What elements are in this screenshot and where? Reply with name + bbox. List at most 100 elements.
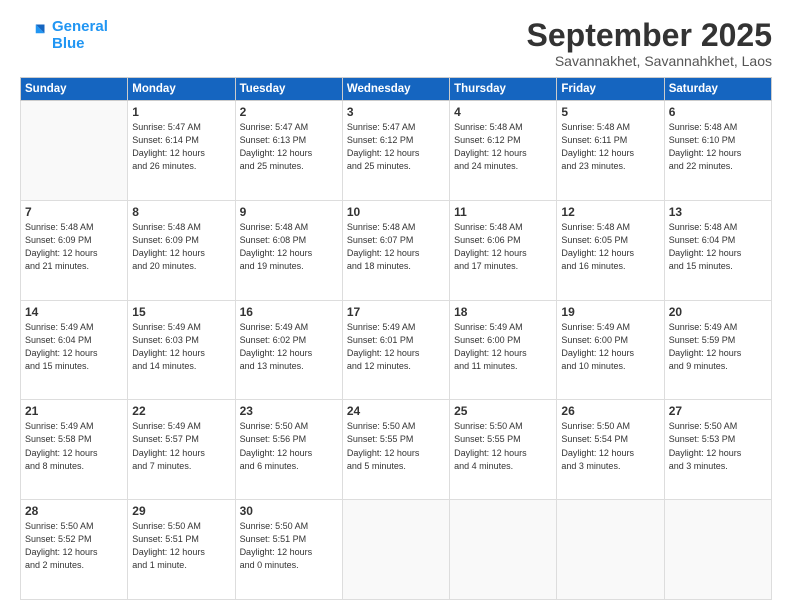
day-info: Sunrise: 5:48 AMSunset: 6:10 PMDaylight:… (669, 121, 767, 173)
day-info: Sunrise: 5:47 AMSunset: 6:13 PMDaylight:… (240, 121, 338, 173)
logo-blue: Blue (52, 35, 108, 52)
day-number: 9 (240, 205, 338, 219)
calendar-cell: 24 Sunrise: 5:50 AMSunset: 5:55 PMDayligh… (342, 400, 449, 500)
day-number: 19 (561, 305, 659, 319)
day-number: 28 (25, 504, 123, 518)
header-day-tuesday: Tuesday (235, 78, 342, 101)
day-info: Sunrise: 5:49 AMSunset: 6:04 PMDaylight:… (25, 321, 123, 373)
day-number: 25 (454, 404, 552, 418)
calendar-cell: 18Sunrise: 5:49 AMSunset: 6:00 PMDayligh… (450, 300, 557, 400)
header-day-sunday: Sunday (21, 78, 128, 101)
day-number: 23 (240, 404, 338, 418)
day-info: Sunrise: 5:50 AMSunset: 5:51 PMDaylight:… (240, 520, 338, 572)
day-info: Sunrise: 5:49 AMSunset: 6:00 PMDaylight:… (561, 321, 659, 373)
calendar-cell: 3 Sunrise: 5:47 AMSunset: 6:12 PMDaylight… (342, 101, 449, 201)
day-info: Sunrise: 5:50 AMSunset: 5:52 PMDaylight:… (25, 520, 123, 572)
calendar-cell: 6 Sunrise: 5:48 AMSunset: 6:10 PMDaylight… (664, 101, 771, 201)
calendar-table: SundayMondayTuesdayWednesdayThursdayFrid… (20, 77, 772, 600)
week-row-2: 14 Sunrise: 5:49 AMSunset: 6:04 PMDayligh… (21, 300, 772, 400)
day-info: Sunrise: 5:48 AMSunset: 6:09 PMDaylight:… (25, 221, 123, 273)
calendar-cell (342, 500, 449, 600)
day-number: 24 (347, 404, 445, 418)
calendar-cell (664, 500, 771, 600)
day-number: 1 (132, 105, 230, 119)
day-number: 13 (669, 205, 767, 219)
day-number: 27 (669, 404, 767, 418)
day-number: 17 (347, 305, 445, 319)
calendar-cell: 21Sunrise: 5:49 AMSunset: 5:58 PMDayligh… (21, 400, 128, 500)
header-day-saturday: Saturday (664, 78, 771, 101)
subtitle: Savannakhet, Savannahkhet, Laos (527, 53, 772, 69)
day-number: 14 (25, 305, 123, 319)
day-info: Sunrise: 5:50 AMSunset: 5:55 PMDaylight:… (454, 420, 552, 472)
day-number: 15 (132, 305, 230, 319)
day-number: 8 (132, 205, 230, 219)
day-number: 5 (561, 105, 659, 119)
day-info: Sunrise: 5:47 AMSunset: 6:12 PMDaylight:… (347, 121, 445, 173)
month-title: September 2025 (527, 18, 772, 53)
day-number: 21 (25, 404, 123, 418)
day-info: Sunrise: 5:50 AMSunset: 5:54 PMDaylight:… (561, 420, 659, 472)
day-info: Sunrise: 5:48 AMSunset: 6:05 PMDaylight:… (561, 221, 659, 273)
calendar-cell: 27 Sunrise: 5:50 AMSunset: 5:53 PMDayligh… (664, 400, 771, 500)
day-info: Sunrise: 5:49 AMSunset: 5:59 PMDaylight:… (669, 321, 767, 373)
calendar-cell: 19 Sunrise: 5:49 AMSunset: 6:00 PMDayligh… (557, 300, 664, 400)
header-day-wednesday: Wednesday (342, 78, 449, 101)
day-info: Sunrise: 5:48 AMSunset: 6:09 PMDaylight:… (132, 221, 230, 273)
day-info: Sunrise: 5:50 AMSunset: 5:56 PMDaylight:… (240, 420, 338, 472)
day-number: 22 (132, 404, 230, 418)
calendar-cell: 16Sunrise: 5:49 AMSunset: 6:02 PMDayligh… (235, 300, 342, 400)
day-info: Sunrise: 5:49 AMSunset: 6:03 PMDaylight:… (132, 321, 230, 373)
header-day-friday: Friday (557, 78, 664, 101)
week-row-0: 1Sunrise: 5:47 AMSunset: 6:14 PMDaylight… (21, 101, 772, 201)
calendar-cell: 10 Sunrise: 5:48 AMSunset: 6:07 PMDayligh… (342, 200, 449, 300)
header-day-thursday: Thursday (450, 78, 557, 101)
day-info: Sunrise: 5:50 AMSunset: 5:55 PMDaylight:… (347, 420, 445, 472)
calendar-cell: 9Sunrise: 5:48 AMSunset: 6:08 PMDaylight… (235, 200, 342, 300)
calendar-cell: 29Sunrise: 5:50 AMSunset: 5:51 PMDayligh… (128, 500, 235, 600)
calendar-cell: 13 Sunrise: 5:48 AMSunset: 6:04 PMDayligh… (664, 200, 771, 300)
calendar-cell: 28 Sunrise: 5:50 AMSunset: 5:52 PMDayligh… (21, 500, 128, 600)
day-number: 2 (240, 105, 338, 119)
calendar-cell: 20 Sunrise: 5:49 AMSunset: 5:59 PMDayligh… (664, 300, 771, 400)
header: General Blue September 2025 Savannakhet,… (20, 18, 772, 69)
calendar-cell: 14 Sunrise: 5:49 AMSunset: 6:04 PMDayligh… (21, 300, 128, 400)
day-number: 7 (25, 205, 123, 219)
day-number: 3 (347, 105, 445, 119)
page: General Blue September 2025 Savannakhet,… (0, 0, 792, 612)
calendar-cell: 30 Sunrise: 5:50 AMSunset: 5:51 PMDayligh… (235, 500, 342, 600)
day-number: 30 (240, 504, 338, 518)
calendar-cell: 8 Sunrise: 5:48 AMSunset: 6:09 PMDaylight… (128, 200, 235, 300)
calendar-cell: 25 Sunrise: 5:50 AMSunset: 5:55 PMDayligh… (450, 400, 557, 500)
day-number: 4 (454, 105, 552, 119)
calendar-cell (21, 101, 128, 201)
day-info: Sunrise: 5:48 AMSunset: 6:12 PMDaylight:… (454, 121, 552, 173)
calendar-cell (450, 500, 557, 600)
calendar-cell: 12 Sunrise: 5:48 AMSunset: 6:05 PMDayligh… (557, 200, 664, 300)
day-info: Sunrise: 5:49 AMSunset: 6:02 PMDaylight:… (240, 321, 338, 373)
calendar-cell (557, 500, 664, 600)
day-info: Sunrise: 5:50 AMSunset: 5:53 PMDaylight:… (669, 420, 767, 472)
day-info: Sunrise: 5:49 AMSunset: 5:57 PMDaylight:… (132, 420, 230, 472)
day-number: 11 (454, 205, 552, 219)
calendar-cell: 22 Sunrise: 5:49 AMSunset: 5:57 PMDayligh… (128, 400, 235, 500)
calendar-cell: 2 Sunrise: 5:47 AMSunset: 6:13 PMDaylight… (235, 101, 342, 201)
logo-general: General (52, 18, 108, 35)
day-info: Sunrise: 5:48 AMSunset: 6:07 PMDaylight:… (347, 221, 445, 273)
day-info: Sunrise: 5:50 AMSunset: 5:51 PMDaylight:… (132, 520, 230, 572)
calendar-cell: 4 Sunrise: 5:48 AMSunset: 6:12 PMDaylight… (450, 101, 557, 201)
title-block: September 2025 Savannakhet, Savannahkhet… (527, 18, 772, 69)
day-number: 6 (669, 105, 767, 119)
day-info: Sunrise: 5:48 AMSunset: 6:04 PMDaylight:… (669, 221, 767, 273)
day-number: 18 (454, 305, 552, 319)
day-number: 20 (669, 305, 767, 319)
day-info: Sunrise: 5:49 AMSunset: 6:01 PMDaylight:… (347, 321, 445, 373)
day-number: 12 (561, 205, 659, 219)
calendar-cell: 1Sunrise: 5:47 AMSunset: 6:14 PMDaylight… (128, 101, 235, 201)
calendar-cell: 23 Sunrise: 5:50 AMSunset: 5:56 PMDayligh… (235, 400, 342, 500)
logo-icon (20, 21, 48, 49)
calendar-cell: 11Sunrise: 5:48 AMSunset: 6:06 PMDayligh… (450, 200, 557, 300)
day-number: 10 (347, 205, 445, 219)
day-number: 26 (561, 404, 659, 418)
header-row: SundayMondayTuesdayWednesdayThursdayFrid… (21, 78, 772, 101)
